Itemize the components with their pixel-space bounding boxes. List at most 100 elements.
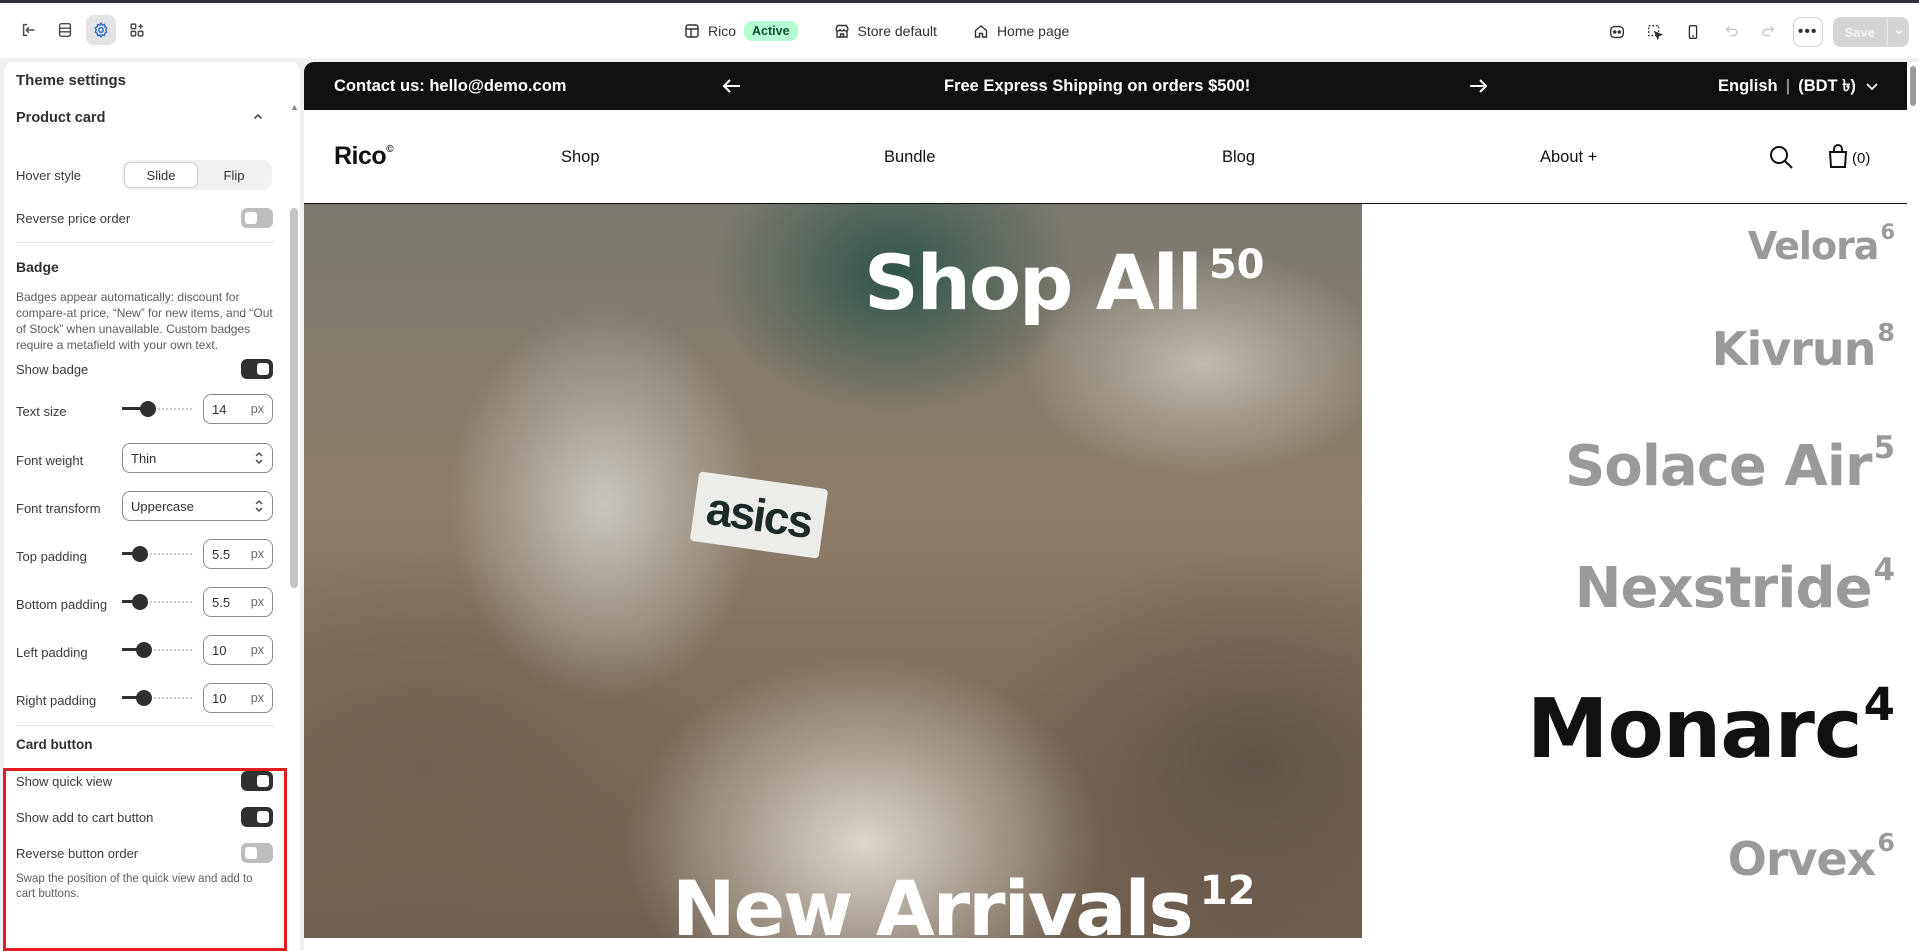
more-options-icon[interactable]: ••• xyxy=(1792,17,1823,47)
nav-shop[interactable]: Shop xyxy=(561,148,600,167)
category-item[interactable]: Velora6 xyxy=(1748,220,1895,268)
slider-thumb[interactable] xyxy=(132,546,148,562)
category-item[interactable]: Kivrun8 xyxy=(1711,318,1895,376)
nav-blog[interactable]: Blog xyxy=(1222,148,1255,167)
hero-title-new-arrivals[interactable]: New Arrivals 12 xyxy=(672,864,1255,938)
panel-scrollbar-thumb[interactable] xyxy=(290,208,298,588)
hover-style-option-slide[interactable]: Slide xyxy=(124,162,198,188)
hero-title-shop-all[interactable]: Shop All 50 xyxy=(864,238,1265,327)
category-name: Solace Air xyxy=(1564,434,1873,499)
font-transform-value: Uppercase xyxy=(131,498,194,514)
select-arrows-icon xyxy=(255,500,263,512)
slider-thumb[interactable] xyxy=(136,690,152,706)
right-padding-unit: px xyxy=(250,691,264,705)
arrow-left-icon[interactable] xyxy=(720,74,744,98)
category-name: Kivrun xyxy=(1711,322,1877,376)
exit-icon[interactable] xyxy=(14,15,44,45)
bottom-padding-value: 5.5 xyxy=(212,594,231,610)
right-padding-label: Right padding xyxy=(16,692,97,708)
site-logo[interactable]: Rico© xyxy=(334,142,394,171)
product-card-section-header[interactable]: Product card xyxy=(16,110,105,126)
font-weight-select[interactable]: Thin xyxy=(122,443,273,473)
mobile-preview-icon[interactable] xyxy=(1679,18,1707,46)
redo-icon[interactable] xyxy=(1755,18,1783,46)
ai-assistant-icon[interactable] xyxy=(1603,18,1631,46)
topbar-left-tools xyxy=(14,15,152,45)
text-size-input[interactable]: 14 px xyxy=(203,394,273,424)
page-selector-label: Home page xyxy=(996,23,1070,39)
hero-image[interactable]: asics Shop All 50 New Arrivals 12 xyxy=(304,204,1362,938)
cart-count[interactable]: (0) xyxy=(1852,150,1870,167)
slider-thumb[interactable] xyxy=(132,594,148,610)
theme-selector[interactable]: Rico Active xyxy=(684,17,798,45)
category-item[interactable]: Nexstride4 xyxy=(1575,552,1895,621)
hover-style-option-flip[interactable]: Flip xyxy=(198,162,270,188)
save-button[interactable]: Save xyxy=(1832,17,1887,47)
text-size-value: 14 xyxy=(212,401,227,417)
hero-title-count: 12 xyxy=(1199,868,1256,914)
scroll-up-arrow-icon[interactable]: ▲ xyxy=(290,102,299,112)
show-badge-label: Show badge xyxy=(16,361,89,377)
right-padding-slider[interactable] xyxy=(122,690,192,706)
category-name: Monarc xyxy=(1526,682,1863,777)
slider-thumb[interactable] xyxy=(136,642,152,658)
left-padding-unit: px xyxy=(250,643,264,657)
font-transform-label: Font transform xyxy=(16,500,101,516)
right-padding-input[interactable]: 10 px xyxy=(203,683,273,713)
language-currency-selector[interactable]: English | (BDT ৳) xyxy=(1718,73,1880,100)
category-count: 4 xyxy=(1863,678,1895,731)
reverse-price-order-label: Reverse price order xyxy=(16,210,131,226)
divider xyxy=(16,725,274,726)
chevron-down-icon xyxy=(1866,83,1878,91)
bottom-padding-unit: px xyxy=(250,595,264,609)
text-size-label: Text size xyxy=(16,403,67,419)
show-badge-toggle[interactable] xyxy=(241,359,273,379)
theme-name: Rico xyxy=(708,23,737,39)
category-item[interactable]: Solace Air5 xyxy=(1564,430,1895,499)
arrow-right-icon[interactable] xyxy=(1466,74,1490,98)
theme-settings-gear-icon[interactable] xyxy=(86,15,116,45)
search-icon[interactable] xyxy=(1768,144,1794,170)
nav-about[interactable]: About + xyxy=(1540,148,1597,167)
text-size-unit: px xyxy=(250,402,264,416)
select-arrows-icon xyxy=(255,452,263,464)
category-count: 6 xyxy=(1877,828,1895,857)
top-padding-slider[interactable] xyxy=(122,546,192,562)
category-item[interactable]: Orvex6 xyxy=(1728,828,1895,886)
store-scope-selector[interactable]: Store default xyxy=(834,17,937,45)
category-item-active[interactable]: Monarc4 xyxy=(1526,678,1895,777)
badge-help-text: Badges appear automatically: discount fo… xyxy=(16,290,273,352)
editor-topbar: Rico Active Store default Home page ••• xyxy=(0,3,1919,58)
shopping-bag-icon[interactable] xyxy=(1826,143,1850,169)
left-padding-slider[interactable] xyxy=(122,642,192,658)
text-size-slider[interactable] xyxy=(122,401,192,417)
preview-scrollbar[interactable] xyxy=(1907,62,1919,951)
inspector-cursor-icon[interactable] xyxy=(1641,18,1669,46)
chevron-up-icon[interactable] xyxy=(251,110,265,124)
bottom-padding-input[interactable]: 5.5 px xyxy=(203,587,273,617)
reverse-price-order-toggle[interactable] xyxy=(241,208,273,228)
bottom-padding-slider[interactable] xyxy=(122,594,192,610)
top-padding-unit: px xyxy=(250,547,264,561)
contact-text[interactable]: Contact us: hello@demo.com xyxy=(334,77,566,96)
theme-status-badge: Active xyxy=(744,21,798,41)
top-padding-value: 5.5 xyxy=(212,546,231,562)
preview-scrollbar-thumb[interactable] xyxy=(1910,66,1916,106)
nav-bundle[interactable]: Bundle xyxy=(884,148,935,167)
store-scope-label: Store default xyxy=(857,23,937,39)
page-selector[interactable]: Home page xyxy=(973,17,1069,45)
font-weight-value: Thin xyxy=(131,450,157,466)
left-padding-input[interactable]: 10 px xyxy=(203,635,273,665)
undo-icon[interactable] xyxy=(1717,18,1745,46)
topbar-right-tools: ••• Save xyxy=(1603,17,1909,47)
storefront-preview: Contact us: hello@demo.com Free Express … xyxy=(304,62,1919,951)
save-button-group: Save xyxy=(1832,17,1909,47)
category-list: Velora6 Kivrun8 Solace Air5 Nexstride4 M… xyxy=(1362,204,1907,938)
sections-icon[interactable] xyxy=(50,15,80,45)
apps-grid-icon[interactable] xyxy=(122,15,152,45)
top-padding-input[interactable]: 5.5 px xyxy=(203,539,273,569)
save-dropdown-chevron-icon[interactable] xyxy=(1887,17,1909,47)
font-transform-select[interactable]: Uppercase xyxy=(122,491,273,521)
logo-mark: © xyxy=(386,144,394,155)
slider-thumb[interactable] xyxy=(140,401,156,417)
